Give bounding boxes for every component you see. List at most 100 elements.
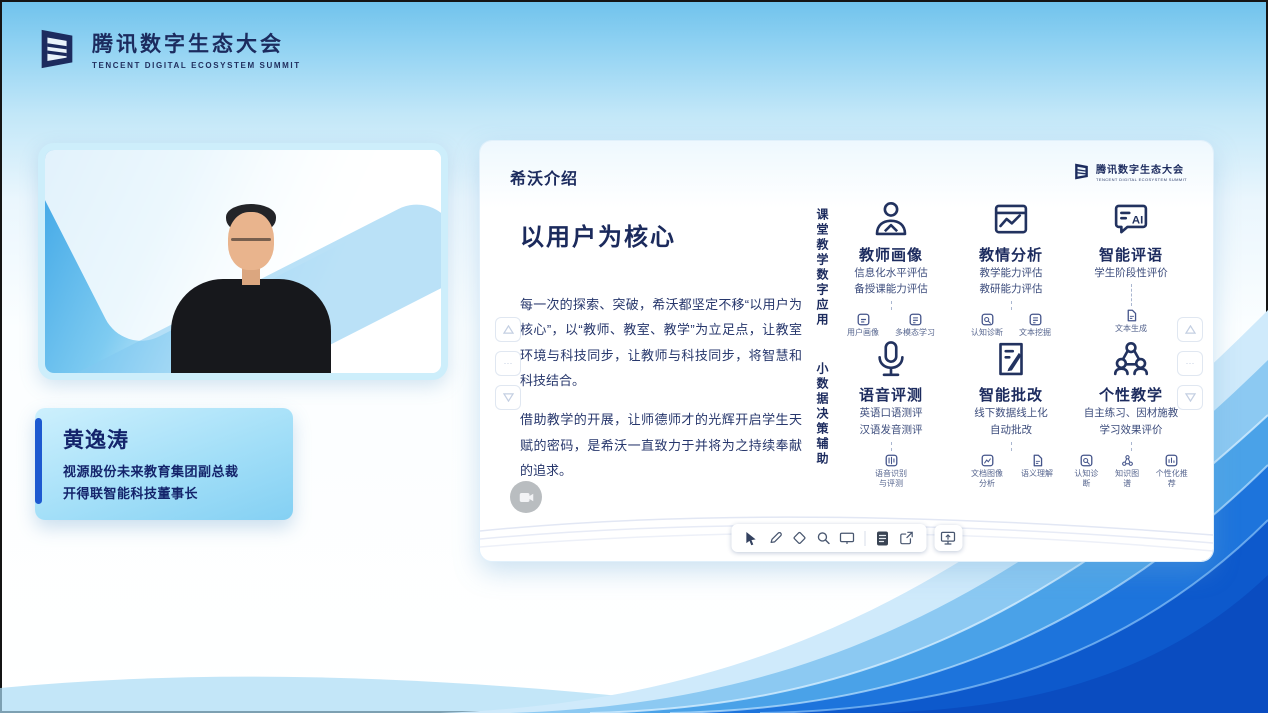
feature-teaching-analysis: 教情分析 教学能力评估 教研能力评估 认知诊断 文本挖掘 [951, 198, 1071, 339]
tag-icon [857, 313, 870, 326]
feature-grid: 课堂教学数字应用 教师画像 信息化水平评估 备授课能力评估 [809, 195, 1191, 487]
speaker-name: 黄逸涛 [63, 424, 279, 454]
brand-logo: 腾讯数字生态大会 TENCENT DIGITAL ECOSYSTEM SUMMI… [34, 26, 301, 72]
feature-title: 个性教学 [1099, 384, 1163, 405]
feature-line: 线下数据线上化 [974, 406, 1048, 422]
slide-logo-title: 腾讯数字生态大会 [1096, 161, 1187, 176]
tag-icon [1080, 454, 1093, 467]
capability-tag: 认知诊断 [971, 313, 1003, 338]
microphone-icon [870, 338, 912, 380]
dashed-connector [1011, 442, 1012, 451]
feature-personalized-teaching: 个性教学 自主练习、因材施教 学习效果评价 认知诊断 知识图谱 [1071, 338, 1191, 489]
presentation-slide: 希沃介绍 腾讯数字生态大会 TENCENT DIGITAL ECOSYSTEM … [480, 141, 1213, 561]
nav-up-button[interactable] [495, 317, 521, 342]
camera-toggle-button[interactable] [510, 481, 542, 513]
feature-title: 智能评语 [1099, 244, 1163, 265]
cursor-tool-button[interactable] [739, 527, 763, 549]
feature-line: 备授课能力评估 [854, 282, 928, 298]
tag-icon [1125, 309, 1138, 322]
notes-icon [876, 531, 888, 546]
capability-tag: 用户画像 [847, 313, 879, 338]
capability-tag: 语义理解 [1021, 454, 1053, 490]
monitor-icon [840, 532, 855, 545]
eraser-tool-button[interactable] [787, 527, 811, 549]
slide-title: 希沃介绍 [510, 165, 578, 189]
group-label: 小数据决策辅助 [809, 362, 831, 467]
stage: 腾讯数字生态大会 TENCENT DIGITAL ECOSYSTEM SUMMI… [0, 0, 1268, 713]
feature-group-small-data: 小数据决策辅助 语音评测 英语口语测评 汉语发音测评 [809, 341, 1191, 487]
teacher-portrait-icon [870, 198, 912, 240]
capability-tag: 多模态学习 [895, 313, 935, 338]
feature-group-classroom: 课堂教学数字应用 教师画像 信息化水平评估 备授课能力评估 [809, 195, 1191, 341]
feature-title: 教情分析 [979, 244, 1043, 265]
smart-grading-icon [990, 338, 1032, 380]
dashed-connector [1011, 301, 1012, 310]
feature-line: 教研能力评估 [980, 282, 1043, 298]
nav-down-icon [503, 393, 514, 402]
nav-up-icon [503, 325, 514, 334]
notes-tool-button[interactable] [870, 527, 894, 549]
share-icon [899, 531, 913, 545]
slide-brand-logo: 腾讯数字生态大会 TENCENT DIGITAL ECOSYSTEM SUMMI… [1072, 161, 1187, 182]
feature-ai-comment: AI 智能评语 学生阶段性评价 文本生成 [1071, 198, 1191, 339]
feature-title: 智能批改 [979, 384, 1043, 405]
tag-icon [981, 313, 994, 326]
present-icon [941, 531, 956, 545]
capability-tag: 语音识别与评测 [872, 454, 910, 490]
tag-icon [909, 313, 922, 326]
slide-paragraph-2: 借助教学的开展，让师德师才的光辉开启学生天赋的密码，是希沃一直致力于并将为之持续… [520, 407, 802, 483]
group-label: 课堂教学数字应用 [809, 208, 831, 328]
capability-tag: 个性化推荐 [1153, 454, 1191, 490]
slide-logo-subtitle: TENCENT DIGITAL ECOSYSTEM SUMMIT [1096, 177, 1187, 182]
ai-comment-icon: AI [1110, 198, 1152, 240]
dashed-connector [1131, 284, 1132, 306]
tag-icon [1029, 313, 1042, 326]
brand-title: 腾讯数字生态大会 [92, 28, 301, 58]
speaker-video-panel [38, 143, 448, 380]
feature-line: 学生阶段性评价 [1094, 266, 1168, 282]
speaker-card: 黄逸涛 视源股份未来教育集团副总裁 开得联智能科技董事长 [35, 408, 293, 520]
summit-logo-icon [1072, 162, 1091, 181]
summit-logo-icon [34, 26, 80, 72]
feature-title: 教师画像 [859, 244, 923, 265]
feature-line: 自动批改 [990, 423, 1032, 439]
dashed-connector [891, 301, 892, 310]
feature-line: 自主练习、因材施教 [1084, 406, 1179, 422]
present-screen-button[interactable] [934, 525, 962, 551]
feature-line: 教学能力评估 [980, 266, 1043, 282]
capability-tag: 文档图像分析 [969, 454, 1005, 490]
feature-line: 英语口语测评 [860, 406, 923, 422]
dashed-connector [1131, 442, 1132, 451]
capability-tag: 认知诊断 [1071, 454, 1102, 490]
share-tool-button[interactable] [894, 527, 918, 549]
cursor-icon [745, 531, 758, 546]
capability-tag: 文本生成 [1115, 309, 1147, 334]
pen-tool-button[interactable] [763, 527, 787, 549]
speaker-glasses [231, 238, 271, 241]
whiteboard-tool-button[interactable] [835, 527, 859, 549]
capability-tag: 文本挖掘 [1019, 313, 1051, 338]
toolbar-divider [864, 531, 865, 546]
tag-icon [1031, 454, 1044, 467]
slide-heading: 以用户为核心 [520, 217, 802, 252]
feature-line: 汉语发音测评 [860, 423, 923, 439]
camera-icon [519, 492, 534, 503]
feature-teacher-portrait: 教师画像 信息化水平评估 备授课能力评估 用户画像 多模态学习 [831, 198, 951, 339]
nav-down-button[interactable] [495, 385, 521, 410]
brand-subtitle: TENCENT DIGITAL ECOSYSTEM SUMMIT [92, 61, 301, 70]
nav-page-indicator[interactable]: ⋯ [495, 351, 521, 376]
search-icon [816, 531, 830, 545]
zoom-tool-button[interactable] [811, 527, 835, 549]
teaching-analysis-icon [990, 198, 1032, 240]
feature-title: 语音评测 [859, 384, 923, 405]
personalized-teaching-icon [1110, 338, 1152, 380]
slide-paragraph-1: 每一次的探索、突破，希沃都坚定不移“以用户为核心”，以“教师、教室、教学”为立足… [520, 292, 802, 393]
slide-nav-left: ⋯ [495, 317, 521, 410]
speaker-video-frame [45, 150, 441, 373]
feature-line: 信息化水平评估 [854, 266, 928, 282]
speaker-card-accent-bar [35, 418, 42, 504]
speaker-title-2: 开得联智能科技董事长 [63, 483, 279, 502]
tag-icon [1121, 454, 1134, 467]
feature-line: 学习效果评价 [1100, 423, 1163, 439]
speaker-silhouette-head [228, 212, 274, 270]
